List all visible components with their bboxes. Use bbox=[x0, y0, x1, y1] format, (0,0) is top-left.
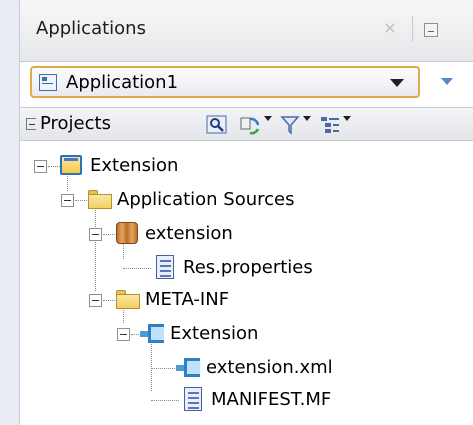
left-edge-bar bbox=[0, 0, 20, 425]
collapse-toggle-icon[interactable] bbox=[61, 194, 74, 207]
filter-icon[interactable] bbox=[280, 115, 300, 135]
projects-toolbar: Projects bbox=[20, 107, 473, 141]
application-selector-value: Application1 bbox=[66, 72, 179, 93]
collapse-toggle-icon[interactable] bbox=[117, 328, 130, 341]
applications-panel: Applications × Application1 Projects Ext… bbox=[20, 0, 473, 425]
tree-label: Res.properties bbox=[183, 257, 313, 278]
close-icon[interactable]: × bbox=[382, 20, 398, 36]
dropdown-arrow-icon[interactable] bbox=[390, 79, 404, 87]
application-selector[interactable]: Application1 bbox=[30, 66, 420, 98]
panel-header: Applications × bbox=[20, 0, 473, 62]
tree-label: MANIFEST.MF bbox=[211, 389, 332, 410]
extension-icon bbox=[140, 322, 166, 344]
tree-row-project[interactable]: Extension bbox=[20, 149, 320, 183]
tree-row-package[interactable]: extension bbox=[20, 217, 340, 251]
properties-file-icon bbox=[156, 255, 174, 279]
tree-row-extension-xml[interactable]: extension.xml bbox=[20, 351, 440, 385]
application-icon bbox=[39, 74, 57, 91]
panel-title: Applications bbox=[36, 18, 146, 39]
tree-label: Extension bbox=[170, 323, 259, 344]
tree-label: Application Sources bbox=[117, 189, 295, 210]
header-divider bbox=[412, 16, 413, 42]
minimize-icon[interactable] bbox=[424, 23, 438, 37]
tree-row-res-properties[interactable]: Res.properties bbox=[20, 251, 420, 285]
collapse-panel-icon[interactable] bbox=[26, 118, 36, 130]
options-menu-arrow-icon[interactable] bbox=[343, 116, 351, 121]
tree-label: META-INF bbox=[145, 289, 230, 310]
project-icon bbox=[60, 155, 82, 175]
extension-xml-icon bbox=[176, 356, 202, 378]
folder-icon bbox=[88, 190, 112, 209]
tree-label: Extension bbox=[90, 155, 179, 176]
project-tree: Extension Application Sources extension … bbox=[20, 142, 473, 425]
projects-label[interactable]: Projects bbox=[40, 113, 111, 134]
application-menu-arrow-icon[interactable] bbox=[441, 78, 453, 85]
find-icon[interactable] bbox=[206, 115, 228, 135]
collapse-toggle-icon[interactable] bbox=[89, 294, 102, 307]
folder-icon bbox=[116, 290, 140, 309]
manifest-file-icon bbox=[184, 387, 202, 411]
collapse-toggle-icon[interactable] bbox=[34, 160, 47, 173]
tree-row-app-sources[interactable]: Application Sources bbox=[20, 183, 380, 217]
collapse-toggle-icon[interactable] bbox=[89, 228, 102, 241]
filter-menu-arrow-icon[interactable] bbox=[303, 116, 311, 121]
tree-row-manifest[interactable]: MANIFEST.MF bbox=[20, 383, 440, 417]
sync-menu-arrow-icon[interactable] bbox=[264, 116, 272, 121]
sync-icon[interactable] bbox=[240, 115, 262, 135]
tree-label: extension bbox=[145, 223, 233, 244]
tree-label: extension.xml bbox=[206, 357, 333, 378]
tree-row-extension[interactable]: Extension bbox=[20, 317, 360, 351]
tree-row-meta-inf[interactable]: META-INF bbox=[20, 283, 340, 317]
package-icon bbox=[116, 222, 138, 244]
options-icon[interactable] bbox=[320, 115, 340, 135]
